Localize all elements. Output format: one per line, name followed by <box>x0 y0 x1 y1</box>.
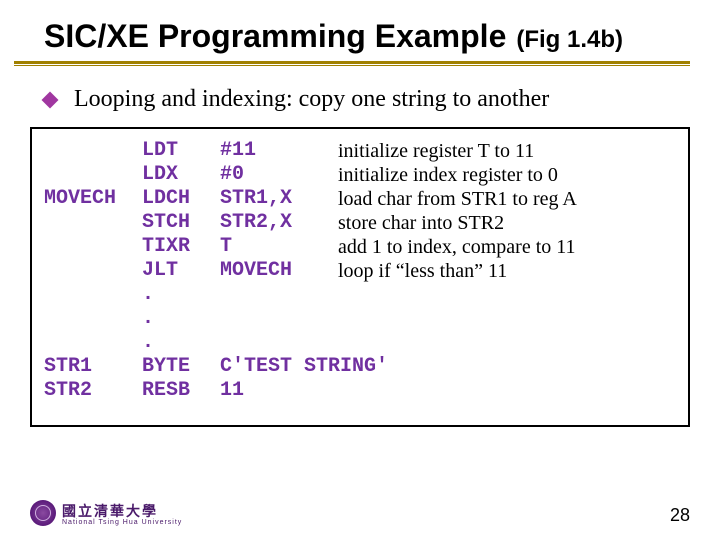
code-row: TIXRTadd 1 to index, compare to 11 <box>44 235 585 259</box>
code-mnem: RESB <box>142 379 220 403</box>
university-name-cn: 國立清華大學 <box>62 501 182 521</box>
code-label <box>44 235 142 259</box>
code-oper: C'TEST STRING' <box>220 355 585 379</box>
university-name-en: National Tsing Hua University <box>62 518 182 526</box>
code-comment <box>338 307 585 331</box>
code-label <box>44 259 142 283</box>
code-oper: #11 <box>220 139 338 163</box>
slide-title: SIC/XE Programming Example <box>44 18 506 54</box>
code-comment <box>338 283 585 307</box>
code-mnem: LDCH <box>142 187 220 211</box>
code-mnem: . <box>142 283 220 307</box>
code-label: MOVECH <box>44 187 142 211</box>
code-label <box>44 307 142 331</box>
code-row: MOVECHLDCHSTR1,Xload char from STR1 to r… <box>44 187 585 211</box>
code-row: . <box>44 331 585 355</box>
university-logo: 國立清華大學 National Tsing Hua University <box>30 500 182 526</box>
code-box: LDT#11initialize register T to 11 LDX#0i… <box>30 127 690 427</box>
code-comment: store char into STR2 <box>338 211 585 235</box>
code-comment: initialize register T to 11 <box>338 139 585 163</box>
university-name-block: 國立清華大學 National Tsing Hua University <box>62 501 182 526</box>
title-row: SIC/XE Programming Example (Fig 1.4b) <box>0 0 720 61</box>
code-mnem: . <box>142 307 220 331</box>
university-seal-icon <box>30 500 56 526</box>
code-mnem: TIXR <box>142 235 220 259</box>
code-comment: add 1 to index, compare to 11 <box>338 235 585 259</box>
code-row: . <box>44 283 585 307</box>
code-label <box>44 211 142 235</box>
diamond-bullet-icon <box>42 91 59 108</box>
code-mnem: STCH <box>142 211 220 235</box>
code-oper: MOVECH <box>220 259 338 283</box>
code-comment: initialize index register to 0 <box>338 163 585 187</box>
code-comment <box>338 379 585 403</box>
code-comment: loop if “less than” 11 <box>338 259 585 283</box>
code-table: LDT#11initialize register T to 11 LDX#0i… <box>44 139 585 403</box>
code-oper: #0 <box>220 163 338 187</box>
code-mnem: JLT <box>142 259 220 283</box>
code-mnem: BYTE <box>142 355 220 379</box>
code-mnem: . <box>142 331 220 355</box>
code-comment: load char from STR1 to reg A <box>338 187 585 211</box>
code-oper: STR1,X <box>220 187 338 211</box>
title-rule <box>0 61 690 66</box>
code-row: STCHSTR2,Xstore char into STR2 <box>44 211 585 235</box>
code-comment <box>338 331 585 355</box>
code-label: STR1 <box>44 355 142 379</box>
code-oper <box>220 331 338 355</box>
code-label <box>44 163 142 187</box>
page-number: 28 <box>670 505 690 526</box>
code-row: STR2RESB11 <box>44 379 585 403</box>
code-label <box>44 283 142 307</box>
code-row: LDT#11initialize register T to 11 <box>44 139 585 163</box>
code-oper <box>220 283 338 307</box>
code-oper <box>220 307 338 331</box>
bullet-text: Looping and indexing: copy one string to… <box>74 86 549 112</box>
code-oper: T <box>220 235 338 259</box>
code-row: JLTMOVECHloop if “less than” 11 <box>44 259 585 283</box>
code-label <box>44 139 142 163</box>
code-mnem: LDT <box>142 139 220 163</box>
code-mnem: LDX <box>142 163 220 187</box>
footer: 國立清華大學 National Tsing Hua University 28 <box>30 500 690 526</box>
code-label <box>44 331 142 355</box>
bullet-row: Looping and indexing: copy one string to… <box>0 80 720 127</box>
code-row: LDX#0initialize index register to 0 <box>44 163 585 187</box>
slide: SIC/XE Programming Example (Fig 1.4b) Lo… <box>0 0 720 540</box>
slide-title-fig: (Fig 1.4b) <box>516 26 623 53</box>
code-row: STR1BYTEC'TEST STRING' <box>44 355 585 379</box>
code-oper: 11 <box>220 379 338 403</box>
code-oper: STR2,X <box>220 211 338 235</box>
code-row: . <box>44 307 585 331</box>
code-label: STR2 <box>44 379 142 403</box>
